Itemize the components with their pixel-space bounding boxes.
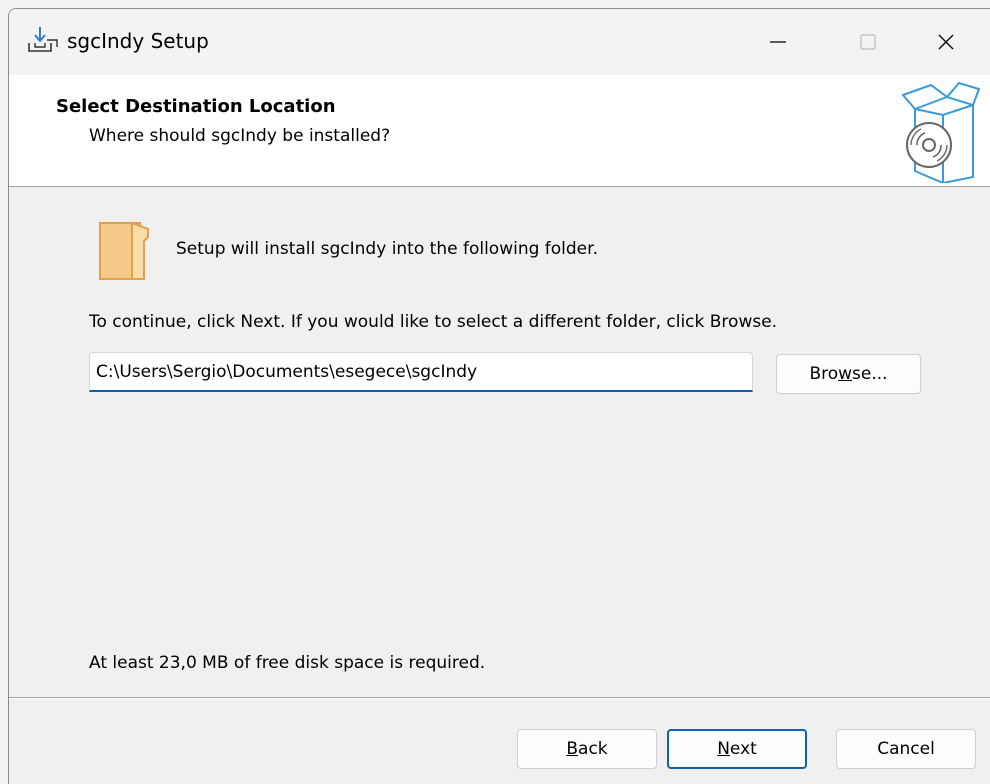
next-label-suffix: ext [729, 739, 757, 759]
title-bar: sgcIndy Setup [9, 9, 990, 75]
browse-label-accesskey: w [838, 364, 853, 384]
close-button[interactable] [901, 9, 990, 75]
back-button[interactable]: Back [517, 729, 657, 769]
back-label-accesskey: B [566, 739, 579, 759]
browse-label-suffix: se... [852, 364, 888, 384]
cancel-label: Cancel [877, 739, 935, 759]
wizard-header: Select Destination Location Where should… [9, 75, 990, 187]
installer-download-icon [25, 23, 59, 57]
disk-space-text: At least 23,0 MB of free disk space is r… [89, 653, 486, 673]
maximize-icon [860, 34, 876, 50]
page-title: Select Destination Location [56, 96, 336, 117]
browse-button[interactable]: Bro w se... [776, 354, 921, 394]
close-icon [938, 34, 954, 50]
maximize-button[interactable] [823, 9, 913, 75]
back-label-suffix: ack [578, 739, 608, 759]
next-button[interactable]: Next [667, 729, 807, 769]
cancel-button[interactable]: Cancel [836, 729, 976, 769]
folder-icon [96, 217, 152, 281]
setup-window: sgcIndy Setup Select Destination Locatio… [8, 8, 990, 784]
browse-label-prefix: Bro [809, 364, 839, 384]
footer-separator [9, 697, 990, 699]
minimize-icon [770, 41, 786, 43]
instructions-text: To continue, click Next. If you would li… [89, 312, 778, 332]
next-label-accesskey: N [717, 739, 730, 759]
intro-text: Setup will install sgcIndy into the foll… [176, 239, 598, 259]
page-subtitle: Where should sgcIndy be installed? [89, 126, 391, 146]
destination-path-input[interactable] [89, 352, 753, 392]
box-with-disc-icon [897, 79, 981, 185]
minimize-button[interactable] [733, 9, 823, 75]
window-title: sgcIndy Setup [67, 29, 209, 53]
